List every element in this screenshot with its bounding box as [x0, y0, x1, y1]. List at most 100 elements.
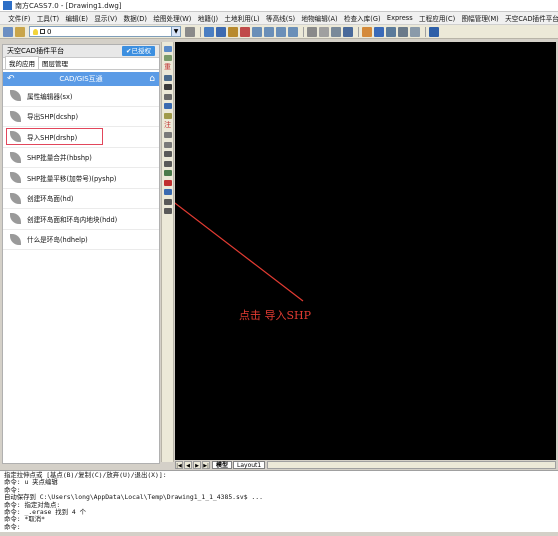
save-icon[interactable]	[216, 26, 226, 37]
command-line[interactable]: 指定拉伸点或 [基点(B)/复制(C)/放弃(U)/退出(X)]: 命令: u …	[0, 470, 558, 532]
section-title: CAD/GIS互通	[59, 75, 103, 83]
move-icon[interactable]	[374, 26, 384, 37]
drawing-canvas[interactable]	[175, 42, 556, 460]
menu-tools[interactable]: 工具(T)	[34, 13, 63, 23]
pan-icon[interactable]	[331, 26, 341, 37]
leaf-icon	[10, 172, 21, 184]
standard-toolbar: 0 ▼	[0, 25, 558, 39]
binoculars-icon[interactable]	[163, 84, 172, 90]
layer-select[interactable]: 0 ▼	[29, 26, 181, 37]
last-tab-icon[interactable]: ▶|	[202, 460, 210, 469]
highlight-box	[6, 128, 103, 145]
menu-contour[interactable]: 等高线(S)	[263, 13, 299, 23]
auth-status-badge[interactable]: ✔ 已授权	[122, 46, 155, 56]
toolbar-divider	[358, 26, 359, 37]
select-icon[interactable]	[163, 45, 172, 52]
menu-edit[interactable]: 编辑(E)	[62, 13, 91, 23]
plugin-item-create-ring-parcels[interactable]: 创建环岛面和环岛内地块(hdd)	[3, 209, 159, 230]
menu-drawing[interactable]: 绘图处理(W)	[150, 13, 194, 23]
line-icon[interactable]	[410, 26, 420, 37]
bulb-icon	[33, 28, 38, 35]
pencil-icon[interactable]	[362, 26, 372, 37]
zoom-extents-icon[interactable]	[288, 26, 298, 37]
zoom-out-icon[interactable]	[264, 26, 274, 37]
plugin-item-translate-shp[interactable]: SHP批量平移(加带号)(pyshp)	[3, 168, 159, 189]
brush-icon[interactable]	[228, 26, 238, 37]
horizontal-scrollbar[interactable]	[267, 460, 556, 469]
back-icon[interactable]: ↶	[7, 74, 17, 84]
new-file-icon[interactable]	[204, 26, 214, 37]
annotate-text-icon[interactable]: 注	[162, 121, 173, 129]
curve-icon[interactable]	[163, 198, 172, 205]
leaf-icon	[10, 151, 21, 163]
redraw-text-icon[interactable]: 重	[162, 63, 173, 71]
elevation-icon[interactable]	[163, 179, 172, 186]
chevron-down-icon[interactable]: ▼	[171, 27, 180, 36]
plugin-item-label: 导出SHP(dcshp)	[27, 113, 79, 122]
command-history-line: 指定拉伸点或 [基点(B)/复制(C)/放弃(U)/退出(X)]:	[4, 471, 167, 479]
menu-file[interactable]: 文件(F)	[5, 13, 34, 23]
properties-icon[interactable]	[185, 26, 195, 37]
zoom-window-icon[interactable]	[276, 26, 286, 37]
menu-express[interactable]: Express	[384, 14, 416, 22]
plugin-item-import-shp[interactable]: 导入SHP(drshp)	[3, 127, 159, 148]
menu-sheet[interactable]: 图幅管理(M)	[458, 13, 502, 23]
menu-check[interactable]: 检查入库(G)	[341, 13, 384, 23]
menu-view[interactable]: 显示(V)	[91, 13, 120, 23]
menu-bar: 文件(F) 工具(T) 编辑(E) 显示(V) 数据(D) 绘图处理(W) 地籍…	[0, 12, 558, 25]
tree-icon[interactable]	[163, 93, 172, 100]
plugin-item-label: 什么是环岛(hdhelp)	[27, 236, 88, 245]
grid-icon[interactable]	[343, 26, 353, 37]
next-tab-icon[interactable]: ▶	[193, 460, 201, 469]
plugin-item-merge-shp[interactable]: SHP批量合并(hbshp)	[3, 148, 159, 168]
tab-model[interactable]: 模型	[212, 460, 233, 469]
expand-icon[interactable]	[163, 208, 172, 214]
command-prompt[interactable]: 命令:	[4, 523, 554, 531]
layer-value: 0	[47, 27, 52, 36]
title-bar: 南方CASS7.0 - [Drawing1.dwg]	[0, 0, 558, 12]
plugin-item-label: SHP批量平移(加带号)(pyshp)	[27, 174, 117, 183]
plugin-item-label: 创建环岛面和环岛内地块(hdd)	[27, 215, 118, 224]
menu-cadastre[interactable]: 地籍(J)	[195, 13, 222, 23]
leaf-icon	[10, 213, 21, 225]
menu-data[interactable]: 数据(D)	[120, 13, 150, 23]
building-icon[interactable]	[163, 103, 172, 109]
vegetation-icon[interactable]	[163, 170, 172, 176]
layer-state-icon[interactable]	[15, 26, 25, 37]
zoom-in-icon[interactable]	[252, 26, 262, 37]
first-tab-icon[interactable]: |◀	[175, 460, 183, 469]
dots-icon[interactable]	[163, 160, 172, 167]
command-history-line: 自动保存到 C:\Users\long\AppData\Local\Temp\D…	[4, 493, 263, 502]
frame-icon[interactable]	[163, 141, 172, 148]
leaf-icon	[10, 110, 21, 122]
plugin-item-attribute-editor[interactable]: 属性编辑器(sx)	[3, 86, 159, 107]
menu-land-use[interactable]: 土地利用(L)	[221, 13, 263, 23]
settings-icon[interactable]	[163, 74, 172, 81]
prev-tab-icon[interactable]: ◀	[184, 460, 192, 469]
snap-icon[interactable]	[386, 26, 396, 37]
menu-plugin-platform[interactable]: 天空CAD插件平台	[502, 13, 558, 23]
command-history-line: 命令: _.erase 找到 4 个	[4, 508, 86, 517]
layer-manager-icon[interactable]	[3, 26, 13, 37]
help-icon[interactable]	[429, 26, 439, 37]
line-style-icon[interactable]	[163, 151, 172, 157]
home-icon[interactable]: ⌂	[145, 74, 155, 84]
measure-icon[interactable]	[398, 26, 408, 37]
circle-icon[interactable]	[163, 189, 172, 195]
leaf-icon	[10, 192, 21, 204]
plugin-item-ring-help[interactable]: 什么是环岛(hdhelp)	[3, 230, 159, 250]
menu-feature-edit[interactable]: 地物编辑(A)	[298, 13, 340, 23]
plugin-item-create-ring[interactable]: 创建环岛面(hd)	[3, 189, 159, 209]
redo-icon[interactable]	[319, 26, 329, 37]
query-icon[interactable]	[163, 55, 172, 61]
match-icon[interactable]	[240, 26, 250, 37]
menu-engineering[interactable]: 工程应用(C)	[416, 13, 459, 23]
undo-icon[interactable]	[307, 26, 317, 37]
tab-layout1[interactable]: Layout1	[233, 460, 266, 469]
rectangle-icon[interactable]	[163, 132, 172, 138]
tab-my-apps[interactable]: 我的应用	[5, 56, 39, 69]
plugin-item-export-shp[interactable]: 导出SHP(dcshp)	[3, 107, 159, 127]
plugin-item-label: 创建环岛面(hd)	[27, 195, 74, 204]
fence-icon[interactable]	[163, 112, 172, 119]
tab-layer-manager[interactable]: 图层管理	[39, 57, 71, 69]
